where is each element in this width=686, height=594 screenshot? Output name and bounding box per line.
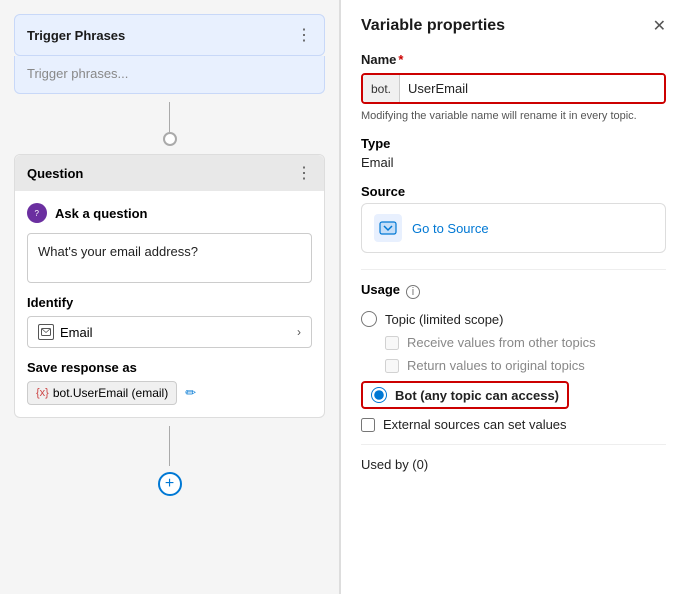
trigger-phrases-placeholder: Trigger phrases... (27, 66, 128, 81)
svg-text:?: ? (35, 209, 40, 218)
question-header: Question ⋮ (15, 155, 324, 191)
radio-topic-label: Topic (limited scope) (385, 312, 504, 327)
question-title: Question (27, 166, 83, 181)
chevron-right-icon: › (297, 325, 301, 339)
bottom-line (169, 426, 170, 466)
close-button[interactable]: ✕ (653, 16, 666, 36)
save-response-row: {x} bot.UserEmail (email) ✏ (27, 381, 312, 405)
type-label: Type (361, 136, 666, 151)
identify-inner: Email (38, 324, 93, 340)
divider-2 (361, 444, 666, 445)
ask-label: Ask a question (55, 206, 147, 221)
bottom-connector: + (0, 418, 339, 594)
edit-icon[interactable]: ✏ (185, 385, 196, 401)
identify-box[interactable]: Email › (27, 316, 312, 348)
question-body: ? Ask a question What's your email addre… (15, 191, 324, 417)
usage-label: Usage (361, 282, 400, 297)
right-panel: Variable properties ✕ Name* bot. Modifyi… (340, 0, 686, 594)
radio-bot-label: Bot (any topic can access) (395, 388, 559, 403)
checkbox-receive-label: Receive values from other topics (407, 335, 596, 350)
checkbox-return: Return values to original topics (385, 358, 666, 373)
name-input[interactable] (400, 75, 664, 102)
source-label: Source (361, 184, 666, 199)
variable-text: bot.UserEmail (email) (53, 386, 168, 400)
name-prefix: bot. (363, 75, 400, 102)
name-row: bot. (361, 73, 666, 104)
connector-line-top (169, 102, 170, 132)
radio-bot-highlighted[interactable]: Bot (any topic can access) (361, 381, 569, 409)
source-icon (374, 214, 402, 242)
question-text: What's your email address? (38, 244, 198, 259)
panel-header: Variable properties ✕ (361, 16, 666, 36)
required-star: * (398, 52, 403, 67)
external-label: External sources can set values (383, 417, 567, 432)
name-label: Name* (361, 52, 666, 67)
ask-question-row: ? Ask a question (27, 203, 312, 223)
identify-label: Identify (27, 295, 312, 310)
external-checkbox-row: External sources can set values (361, 417, 666, 432)
checkbox-return-label: Return values to original topics (407, 358, 585, 373)
ask-icon: ? (27, 203, 47, 223)
save-response-label: Save response as (27, 360, 312, 375)
variable-prefix: {x} (36, 387, 49, 399)
trigger-phrases-card: Trigger Phrases ⋮ (14, 14, 325, 56)
add-step-button[interactable]: + (158, 472, 182, 496)
type-value: Email (361, 155, 666, 170)
variable-badge[interactable]: {x} bot.UserEmail (email) (27, 381, 177, 405)
question-text-box[interactable]: What's your email address? (27, 233, 312, 283)
left-panel: Trigger Phrases ⋮ Trigger phrases... Que… (0, 0, 340, 594)
trigger-phrases-content: Trigger phrases... (14, 56, 325, 94)
question-menu-icon[interactable]: ⋮ (296, 163, 312, 183)
connector-top (0, 94, 339, 154)
email-icon-box (38, 324, 54, 340)
radio-topic[interactable]: Topic (limited scope) (361, 311, 666, 327)
checkbox-receive: Receive values from other topics (385, 335, 666, 350)
connector-circle-top (163, 132, 177, 146)
panel-title: Variable properties (361, 17, 505, 35)
question-card: Question ⋮ ? Ask a question What's your … (14, 154, 325, 418)
identify-value: Email (60, 325, 93, 340)
divider (361, 269, 666, 270)
used-by: Used by (0) (361, 457, 666, 472)
checkbox-receive-input[interactable] (385, 336, 399, 350)
trigger-phrases-menu-icon[interactable]: ⋮ (296, 25, 312, 45)
name-hint: Modifying the variable name will rename … (361, 110, 666, 122)
source-box[interactable]: Go to Source (361, 203, 666, 253)
trigger-phrases-title: Trigger Phrases (27, 28, 125, 43)
external-checkbox-input[interactable] (361, 418, 375, 432)
usage-row: Usage i (361, 282, 666, 301)
radio-topic-input[interactable] (361, 311, 377, 327)
checkbox-return-input[interactable] (385, 359, 399, 373)
radio-bot-input[interactable] (371, 387, 387, 403)
usage-info-icon: i (406, 285, 420, 299)
source-link[interactable]: Go to Source (412, 221, 489, 236)
